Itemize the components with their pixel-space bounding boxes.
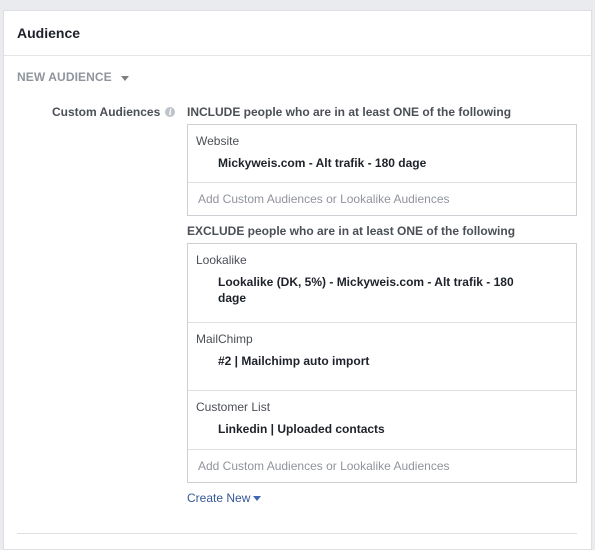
exclude-heading: EXCLUDE people who are in at least ONE o… (187, 224, 516, 238)
panel-title: Audience (17, 25, 81, 41)
audience-group-website: Website Mickyweis.com - Alt trafik - 180… (188, 125, 576, 183)
new-audience-dropdown[interactable]: NEW AUDIENCE (17, 70, 129, 84)
new-audience-label: NEW AUDIENCE (17, 70, 112, 84)
audience-item[interactable]: Mickyweis.com - Alt trafik - 180 dage (218, 155, 538, 171)
custom-audiences-label-text: Custom Audiences (52, 105, 161, 119)
chevron-down-icon (120, 75, 129, 81)
exclude-box: Lookalike Lookalike (DK, 5%) - Mickyweis… (187, 243, 577, 483)
group-name: Lookalike (196, 253, 247, 267)
divider (17, 533, 577, 534)
group-name: Customer List (196, 400, 271, 414)
create-new-button[interactable]: Create New (187, 491, 262, 505)
audience-item[interactable]: #2 | Mailchimp auto import (218, 353, 538, 369)
audience-group-lookalike: Lookalike Lookalike (DK, 5%) - Mickyweis… (188, 244, 576, 323)
audience-item[interactable]: Linkedin | Uploaded contacts (218, 421, 538, 437)
audience-panel: Audience NEW AUDIENCE Custom Audiences i… (3, 10, 592, 550)
group-name: Website (196, 134, 240, 148)
custom-audiences-label: Custom Audiences i (52, 105, 176, 119)
audience-group-mailchimp: MailChimp #2 | Mailchimp auto import (188, 323, 576, 391)
audience-item[interactable]: Lookalike (DK, 5%) - Mickyweis.com - Alt… (218, 274, 528, 306)
create-new-label: Create New (187, 491, 251, 505)
include-box: Website Mickyweis.com - Alt trafik - 180… (187, 124, 577, 216)
chevron-down-icon (253, 496, 262, 501)
exclude-audience-search-input[interactable] (188, 450, 576, 482)
audience-group-customer-list: Customer List Linkedin | Uploaded contac… (188, 391, 576, 450)
info-icon[interactable]: i (165, 107, 176, 117)
include-audience-search-input[interactable] (188, 183, 576, 215)
panel-header: Audience (4, 11, 591, 56)
group-name: MailChimp (196, 332, 253, 346)
include-heading: INCLUDE people who are in at least ONE o… (187, 105, 512, 119)
